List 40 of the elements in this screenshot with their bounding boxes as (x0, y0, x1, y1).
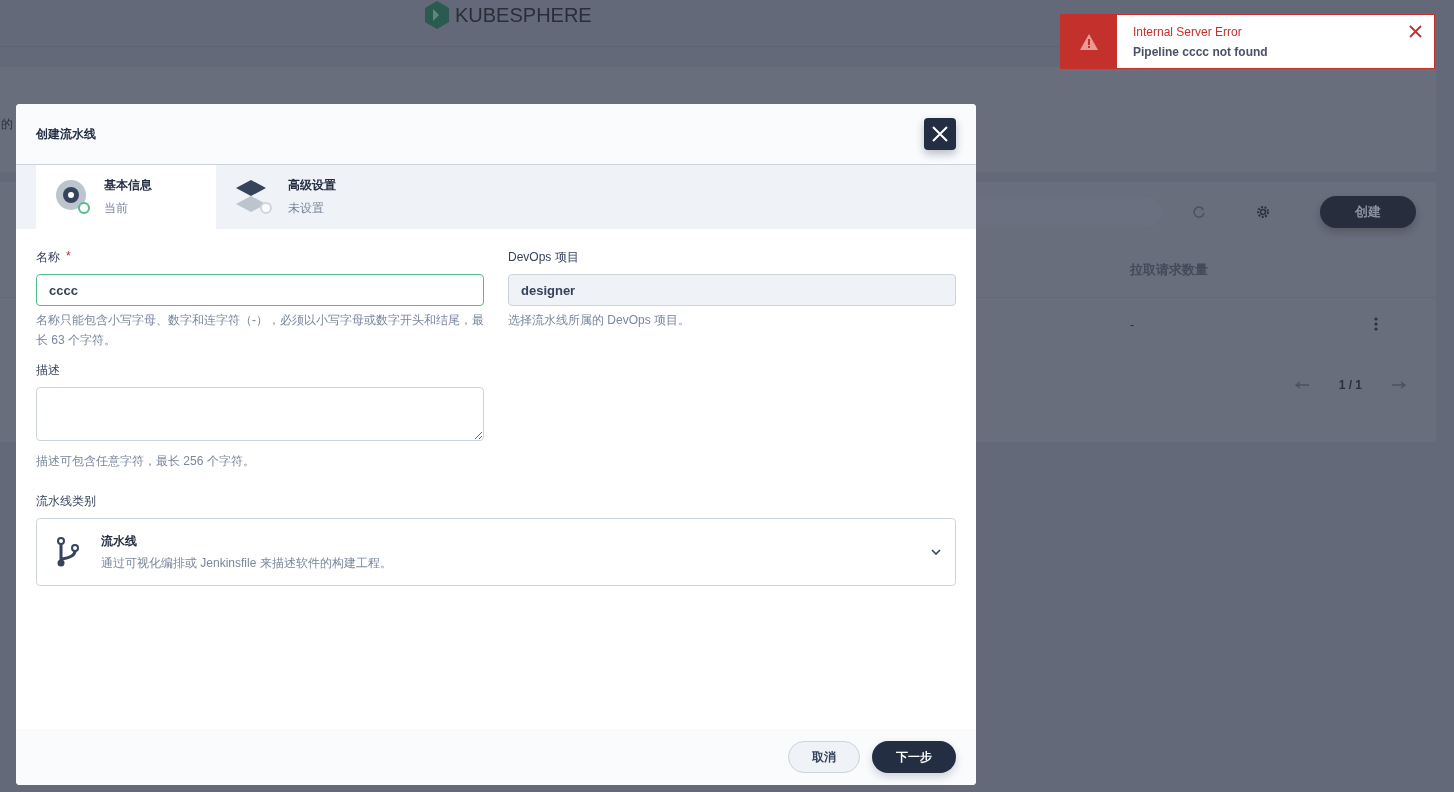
branch-icon (57, 537, 79, 567)
required-mark: * (66, 249, 71, 265)
logo-icon (425, 1, 449, 29)
project-field: designer (508, 274, 956, 306)
refresh-icon[interactable] (1192, 205, 1206, 219)
chevron-down-icon (931, 549, 941, 555)
cancel-button[interactable]: 取消 (788, 741, 860, 773)
field-label: 流水线类别 (36, 493, 96, 510)
create-button[interactable]: 创建 (1320, 196, 1416, 228)
toast-title: Internal Server Error (1133, 25, 1243, 39)
table-cell: - (1130, 316, 1135, 332)
next-page-icon[interactable] (1392, 381, 1406, 389)
field-label: 描述 (36, 362, 60, 379)
logo-text: KUBESPHERE (455, 3, 592, 27)
close-icon[interactable] (1409, 25, 1422, 38)
page-indicator: 1 / 1 (1338, 378, 1362, 392)
close-button[interactable] (924, 118, 956, 150)
toast-message: Pipeline cccc not found (1133, 45, 1269, 59)
field-hint: 名称只能包含小写字母、数字和连字符（-），必须以小写字母或数字开头和结尾，最长 63 个字符。 (36, 312, 484, 349)
step-tab[interactable]: 高级设置 未设置 (216, 165, 396, 229)
option-description: 通过可视化编排或 Jenkinsfile 来描述软件的构建工程。 (101, 554, 393, 572)
field-hint: 描述可包含任意字符，最长 256 个字符。 (36, 453, 256, 470)
warning-icon (1080, 33, 1098, 50)
step-tab[interactable]: 基本信息 当前 (36, 165, 216, 229)
option-title: 流水线 (101, 532, 138, 550)
field-hint: 选择流水线所属的 DevOps 项目。 (508, 312, 691, 329)
more-icon[interactable] (1374, 317, 1379, 331)
page-text: 的 (1, 116, 13, 133)
close-icon (932, 126, 948, 142)
type-select[interactable]: 流水线 通过可视化编排或 Jenkinsfile 来描述软件的构建工程。 (36, 518, 956, 586)
previous-page-icon[interactable] (1294, 381, 1309, 389)
description-field[interactable] (36, 387, 484, 441)
dialog-title: 创建流水线 (36, 125, 96, 143)
next-button[interactable]: 下一步 (872, 741, 956, 773)
settings-icon[interactable] (1256, 205, 1270, 219)
layers-icon (236, 180, 274, 214)
field-label: 名称 (36, 249, 60, 266)
field-label: DevOps 项目 (508, 249, 579, 266)
name-field[interactable]: cccc (36, 274, 484, 306)
disc-icon (56, 180, 90, 214)
